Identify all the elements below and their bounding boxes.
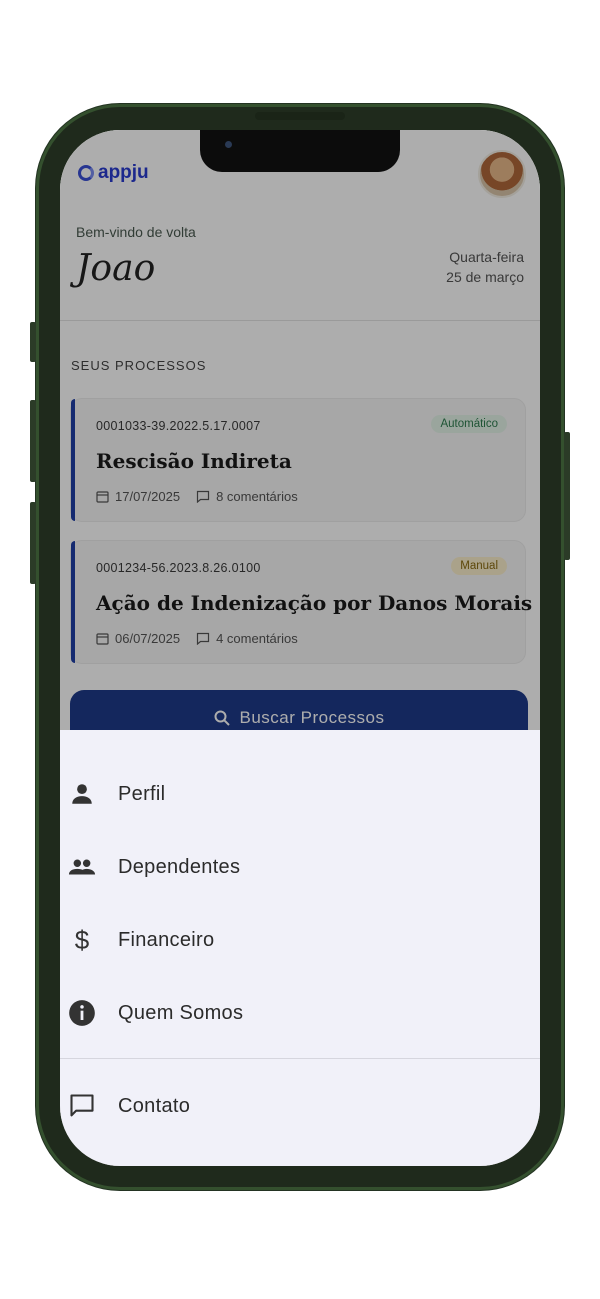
mute-switch — [30, 322, 36, 362]
menu-item-quem-somos[interactable]: Quem Somos — [60, 981, 540, 1045]
menu-divider — [60, 1058, 540, 1059]
menu-item-perfil[interactable]: Perfil — [60, 762, 540, 826]
menu-item-label: Financeiro — [118, 928, 215, 951]
menu-item-label: Dependentes — [118, 855, 241, 878]
person-icon — [68, 780, 96, 808]
notch — [200, 130, 400, 172]
chat-icon — [68, 1092, 96, 1120]
menu-item-dependentes[interactable]: Dependentes — [60, 835, 540, 899]
screen: appju Bem-vindo de volta Joao Quarta-fei… — [60, 130, 540, 1166]
menu-item-label: Perfil — [118, 782, 166, 805]
power-button — [564, 432, 570, 560]
people-icon — [68, 853, 96, 881]
volume-up-button — [30, 400, 36, 482]
info-icon — [68, 999, 96, 1027]
speaker-grille — [255, 112, 345, 120]
volume-down-button — [30, 502, 36, 584]
dollar-icon: $ — [74, 924, 90, 955]
menu-item-financeiro[interactable]: $ Financeiro — [60, 908, 540, 972]
menu-item-label: Contato — [118, 1094, 191, 1117]
menu-bottom-sheet: Perfil Dependentes $ Financeiro Quem Som… — [60, 730, 540, 1166]
menu-item-contato[interactable]: Contato — [60, 1074, 540, 1138]
menu-item-label: Quem Somos — [118, 1001, 244, 1024]
front-camera — [225, 141, 232, 148]
